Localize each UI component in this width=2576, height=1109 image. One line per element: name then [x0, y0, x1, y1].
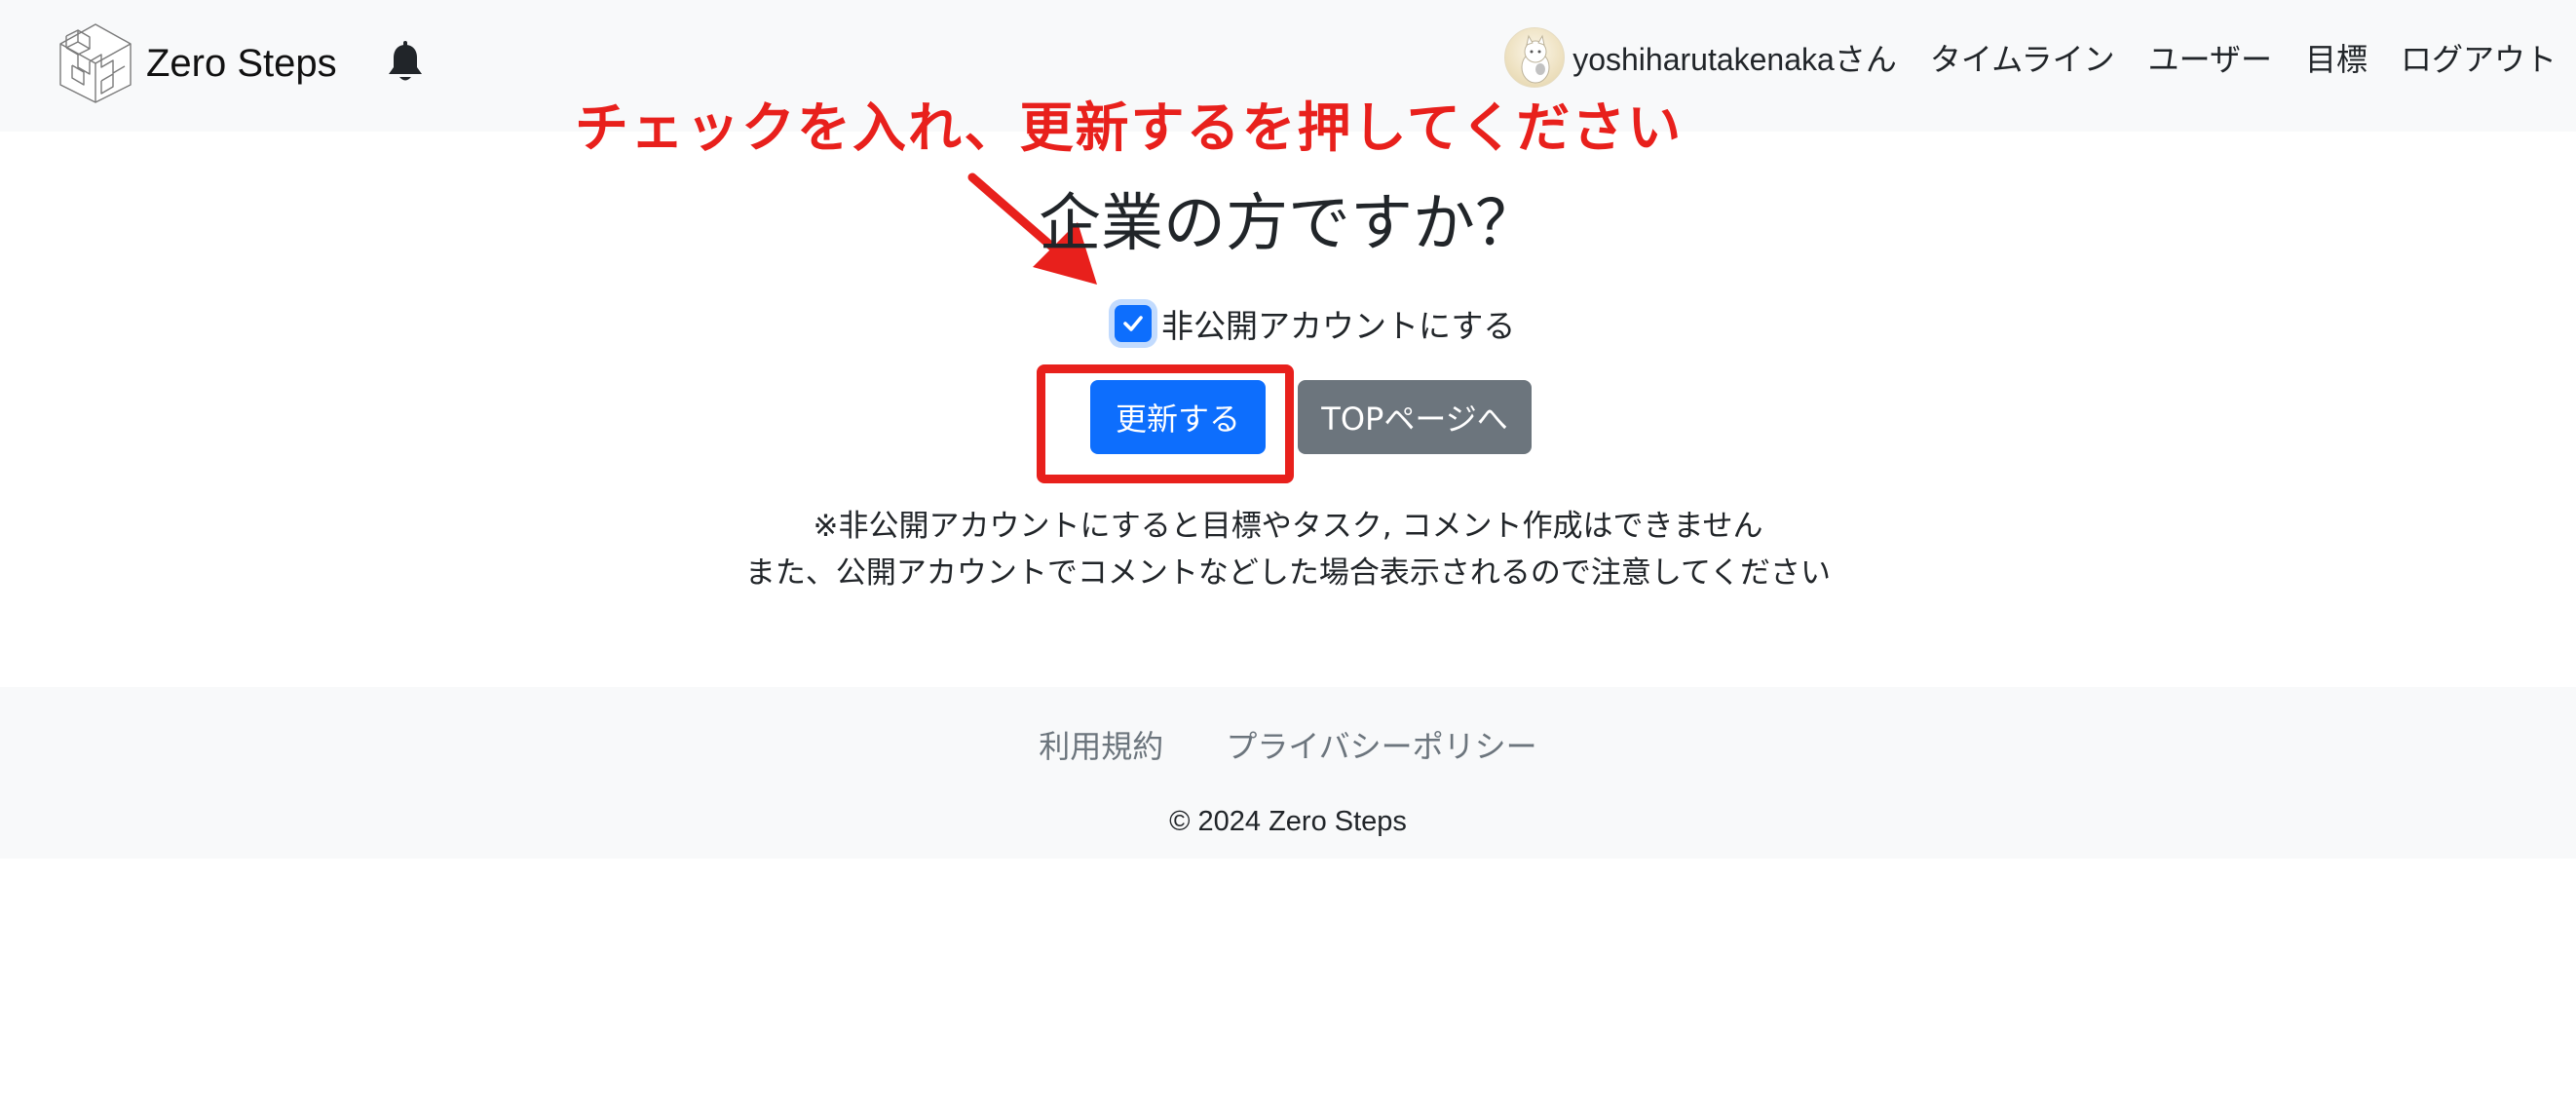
nav-link-timeline[interactable]: タイムライン [1930, 35, 2115, 80]
top-page-button[interactable]: TOPページへ [1298, 380, 1532, 454]
brand-link[interactable]: Zero Steps [58, 21, 337, 105]
nav-link-goals[interactable]: 目標 [2305, 35, 2368, 80]
notes: ※非公開アカウントにすると目標やタスク, コメント作成はできません また、公開ア… [0, 503, 2576, 596]
page-title: 企業の方ですか？ [1039, 188, 1537, 260]
cat-avatar-icon [1521, 34, 1550, 84]
note-line-1: ※非公開アカウントにすると目標やタスク, コメント作成はできません [813, 509, 1763, 544]
footer-link-terms[interactable]: 利用規約 [1039, 722, 1163, 767]
note-line-2: また、公開アカウントでコメントなどした場合表示されるので注意してください [744, 555, 1832, 591]
private-account-checkbox[interactable] [1115, 305, 1152, 342]
copyright: © 2024 Zero Steps [1169, 806, 1407, 837]
private-account-label[interactable]: 非公開アカウントにする [1161, 300, 1515, 347]
private-account-checkbox-row: 非公開アカウントにする [1115, 298, 1515, 349]
footer: 利用規約 プライバシーポリシー © 2024 Zero Steps [0, 687, 2576, 859]
nav-link-users[interactable]: ユーザー [2148, 35, 2272, 80]
update-button[interactable]: 更新する [1090, 380, 1266, 454]
brand-name: Zero Steps [146, 41, 337, 85]
username[interactable]: yoshiharutakenakaさん [1572, 35, 1897, 80]
avatar[interactable] [1504, 27, 1566, 88]
nav-link-logout[interactable]: ログアウト [2401, 35, 2557, 80]
brand-logo-icon [59, 23, 132, 103]
check-icon [1123, 316, 1143, 331]
annotation-instruction: チェックを入れ、更新するを押してください [575, 96, 1684, 159]
bell-icon[interactable] [386, 41, 425, 84]
footer-link-privacy[interactable]: プライバシーポリシー [1226, 722, 1536, 767]
nav-right: yoshiharutakenakaさん タイムライン ユーザー 目標 ログアウト [1504, 27, 2557, 88]
footer-links: 利用規約 プライバシーポリシー [0, 722, 2576, 767]
